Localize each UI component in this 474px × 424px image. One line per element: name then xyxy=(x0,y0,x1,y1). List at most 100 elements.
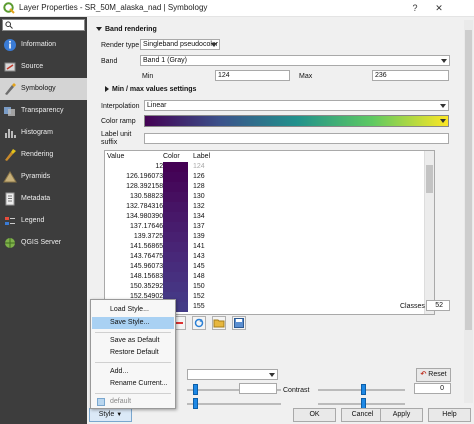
class-label[interactable]: 124 xyxy=(193,163,205,170)
export-color-map-button[interactable] xyxy=(232,316,246,330)
contrast-slider-handle[interactable] xyxy=(361,384,366,395)
class-label[interactable]: 150 xyxy=(193,283,205,290)
class-value[interactable]: 143.764752 xyxy=(130,253,167,260)
color-column-header[interactable]: Color xyxy=(163,153,180,160)
sidebar-item-symbology[interactable]: Symbology xyxy=(0,78,87,100)
table-row[interactable]: 148.156832 148 xyxy=(105,272,425,282)
class-label[interactable]: 130 xyxy=(193,193,205,200)
max-input[interactable]: 236 xyxy=(372,70,449,81)
panel-scrollbar-thumb[interactable] xyxy=(465,30,472,330)
class-label[interactable]: 141 xyxy=(193,243,205,250)
value-column-header[interactable]: Value xyxy=(107,153,124,160)
classes-spinbox[interactable]: 52 xyxy=(426,300,450,311)
class-color-swatch[interactable] xyxy=(163,202,188,212)
reverse-colors-button[interactable] xyxy=(192,316,206,330)
class-color-swatch[interactable] xyxy=(163,252,188,262)
cancel-button[interactable]: Cancel xyxy=(341,408,384,422)
class-value[interactable]: 132.7843168 xyxy=(126,203,167,210)
add-style-menu-item[interactable]: Add... xyxy=(92,366,174,378)
class-color-swatch[interactable] xyxy=(163,182,188,192)
load-color-map-button[interactable] xyxy=(212,316,226,330)
class-color-swatch[interactable] xyxy=(163,282,188,292)
class-label[interactable]: 134 xyxy=(193,213,205,220)
class-color-swatch[interactable] xyxy=(163,242,188,252)
class-value[interactable]: 150.352928 xyxy=(130,283,167,290)
class-color-swatch[interactable] xyxy=(163,222,188,232)
sidebar-item-qgis-server[interactable]: QGIS Server xyxy=(0,232,87,254)
sidebar-search-input[interactable] xyxy=(2,19,85,31)
default-style-menu-item[interactable]: default xyxy=(92,396,174,408)
sidebar-item-histogram[interactable]: Histogram xyxy=(0,122,87,144)
class-label[interactable]: 155 xyxy=(193,303,205,310)
class-label[interactable]: 132 xyxy=(193,203,205,210)
table-row[interactable]: 126.1960736 126 xyxy=(105,172,425,182)
class-label[interactable]: 143 xyxy=(193,253,205,260)
load-style-menu-item[interactable]: Load Style... xyxy=(92,304,174,316)
table-row[interactable]: 150.352928 150 xyxy=(105,282,425,292)
sidebar-item-legend[interactable]: Legend xyxy=(0,210,87,232)
style-button[interactable]: Style ▼ xyxy=(89,408,132,422)
restore-default-menu-item[interactable]: Restore Default xyxy=(92,347,174,359)
class-label[interactable]: 139 xyxy=(193,233,205,240)
class-value[interactable]: 128.3921584 xyxy=(126,183,167,190)
brightness-spinbox[interactable] xyxy=(239,383,277,394)
min-input[interactable]: 124 xyxy=(215,70,290,81)
table-row[interactable]: 132.7843168 132 xyxy=(105,202,425,212)
class-value[interactable]: 145.960736 xyxy=(130,263,167,270)
class-value[interactable]: 134.9803904 xyxy=(126,213,167,220)
table-row[interactable]: 137.176464 137 xyxy=(105,222,425,232)
contrast-spinbox[interactable]: 0 xyxy=(414,383,451,394)
classes-table[interactable]: Value Color Label 124 124 126.1960736 126 12… xyxy=(104,150,435,315)
table-scrollbar-thumb[interactable] xyxy=(426,165,433,193)
class-value[interactable]: 130.588232 xyxy=(130,193,167,200)
class-label[interactable]: 126 xyxy=(193,173,205,180)
blending-mode-select[interactable] xyxy=(187,369,278,380)
class-color-swatch[interactable] xyxy=(163,262,188,272)
panel-scrollbar[interactable] xyxy=(464,20,473,403)
table-row[interactable]: 143.764752 143 xyxy=(105,252,425,262)
sidebar-item-source[interactable]: Source xyxy=(0,56,87,78)
class-value[interactable]: 148.156832 xyxy=(130,273,167,280)
save-style-menu-item[interactable]: Save Style... xyxy=(92,317,174,329)
brightness-slider-handle[interactable] xyxy=(193,384,198,395)
table-row[interactable]: 124 124 xyxy=(105,162,425,172)
class-color-swatch[interactable] xyxy=(163,162,188,172)
class-color-swatch[interactable] xyxy=(163,192,188,202)
class-value[interactable]: 141.568656 xyxy=(130,243,167,250)
ok-button[interactable]: OK xyxy=(293,408,336,422)
class-color-swatch[interactable] xyxy=(163,272,188,282)
sidebar-item-information[interactable]: Information xyxy=(0,34,87,56)
help-button[interactable]: Help xyxy=(428,408,471,422)
rename-current-menu-item[interactable]: Rename Current... xyxy=(92,378,174,390)
table-row[interactable]: 145.960736 145 xyxy=(105,262,425,272)
table-row[interactable]: 134.9803904 134 xyxy=(105,212,425,222)
render-type-select[interactable]: Singleband pseudocolor xyxy=(140,39,220,50)
save-as-default-menu-item[interactable]: Save as Default xyxy=(92,335,174,347)
class-color-swatch[interactable] xyxy=(163,172,188,182)
sidebar-item-transparency[interactable]: Transparency xyxy=(0,100,87,122)
class-label[interactable]: 128 xyxy=(193,183,205,190)
saturation-slider-track[interactable] xyxy=(187,403,281,405)
table-row[interactable]: 130.588232 130 xyxy=(105,192,425,202)
minmax-settings-header[interactable]: Min / max values settings xyxy=(105,86,196,93)
class-label[interactable]: 148 xyxy=(193,273,205,280)
class-label[interactable]: 152 xyxy=(193,293,205,300)
class-label[interactable]: 145 xyxy=(193,263,205,270)
interpolation-select[interactable]: Linear xyxy=(144,100,449,111)
class-value[interactable]: 126.1960736 xyxy=(126,173,167,180)
band-rendering-header[interactable]: Band rendering xyxy=(96,26,157,33)
sidebar-item-pyramids[interactable]: Pyramids xyxy=(0,166,87,188)
class-label[interactable]: 137 xyxy=(193,223,205,230)
class-color-swatch[interactable] xyxy=(163,232,188,242)
table-row[interactable]: 141.568656 141 xyxy=(105,242,425,252)
sidebar-item-metadata[interactable]: Metadata xyxy=(0,188,87,210)
close-window-button[interactable]: ✕ xyxy=(430,1,448,15)
sidebar-item-rendering[interactable]: Rendering xyxy=(0,144,87,166)
reset-button[interactable]: ↶ Reset xyxy=(416,368,451,382)
band-select[interactable]: Band 1 (Gray) xyxy=(140,55,450,66)
class-value[interactable]: 137.176464 xyxy=(130,223,167,230)
apply-button[interactable]: Apply xyxy=(380,408,423,422)
saturation-slider-handle[interactable] xyxy=(193,398,198,409)
color-ramp-select[interactable] xyxy=(144,115,449,127)
table-scrollbar[interactable] xyxy=(424,151,434,314)
